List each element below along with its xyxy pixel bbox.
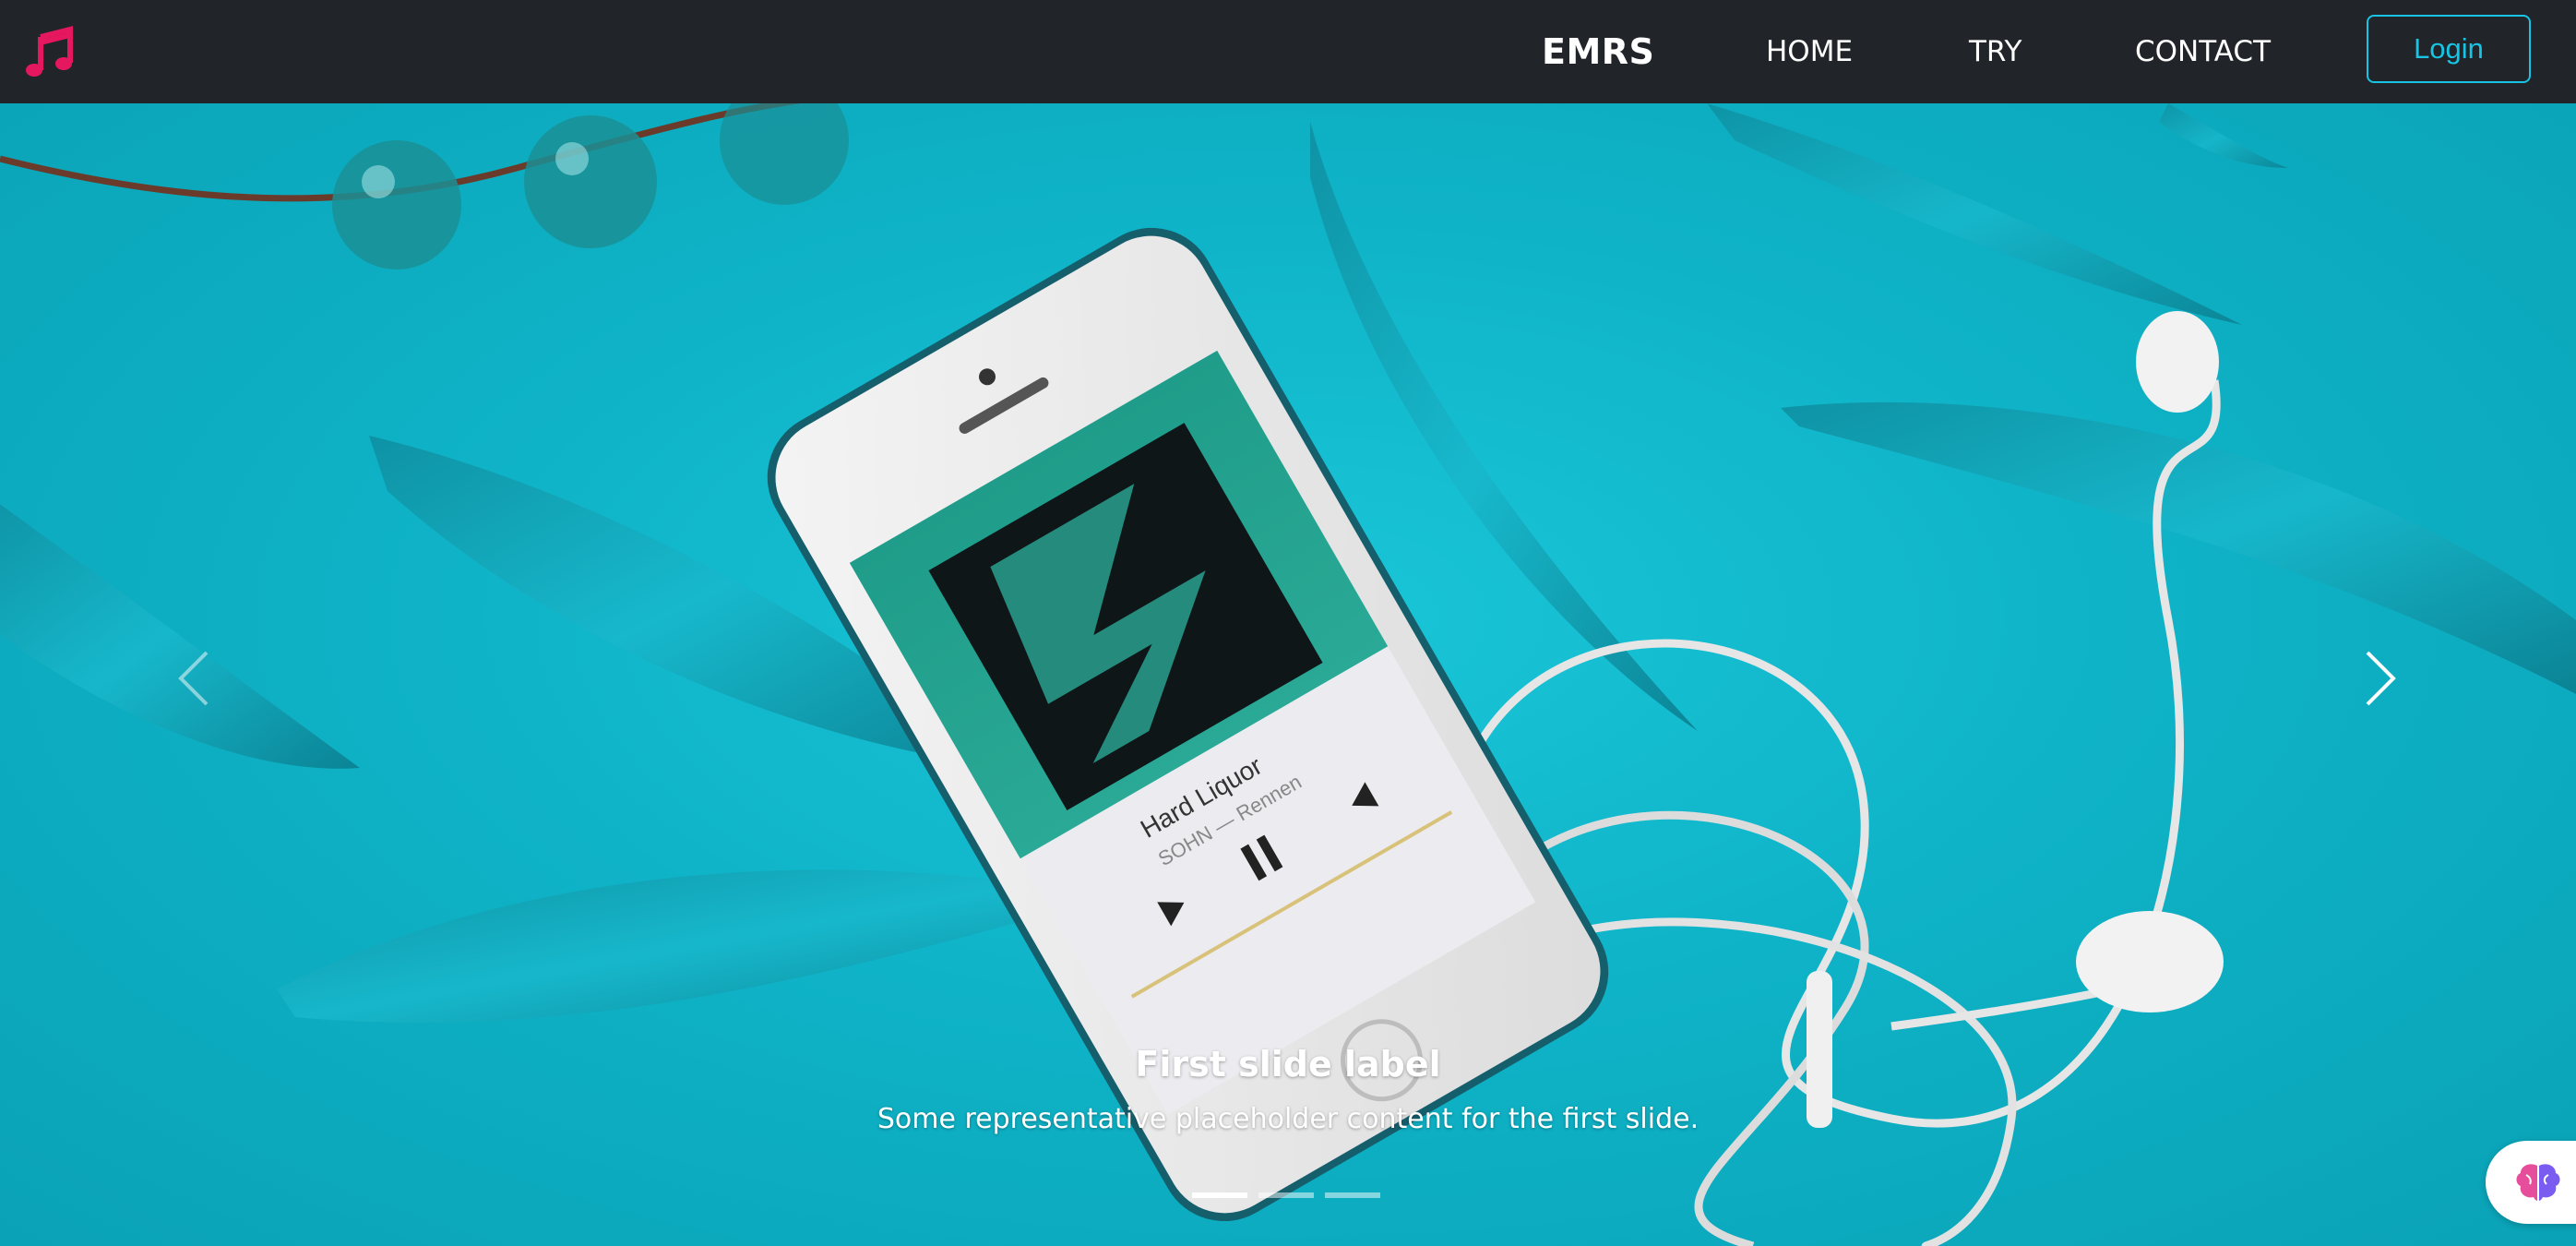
chevron-right-icon [2366, 651, 2396, 706]
login-button[interactable]: Login [2367, 15, 2531, 83]
carousel-prev-button[interactable] [157, 628, 231, 729]
carousel-next-button[interactable] [2343, 628, 2417, 729]
nav-link-try[interactable]: TRY [1969, 33, 2021, 70]
assistant-button[interactable] [2486, 1141, 2576, 1224]
slide-caption-title: First slide label [1135, 1044, 1441, 1084]
top-navbar: EMRS HOME TRY CONTACT Login [0, 0, 2576, 103]
carousel-indicator-2[interactable] [1258, 1192, 1314, 1198]
nav-link-home[interactable]: HOME [1766, 33, 1853, 70]
brand-name[interactable]: EMRS [1542, 30, 1654, 73]
slide-caption-text: Some representative placeholder content … [877, 1103, 1699, 1135]
music-note-icon[interactable] [24, 26, 78, 79]
carousel-indicators [1192, 1192, 1380, 1198]
hero-carousel: Hard Liquor SOHN — Rennen First slide la… [0, 103, 2576, 1246]
nav-link-contact[interactable]: CONTACT [2135, 33, 2271, 70]
carousel-indicator-3[interactable] [1325, 1192, 1380, 1198]
chevron-left-icon [178, 651, 209, 706]
brain-icon [2516, 1164, 2560, 1201]
carousel-indicator-1[interactable] [1192, 1192, 1247, 1198]
